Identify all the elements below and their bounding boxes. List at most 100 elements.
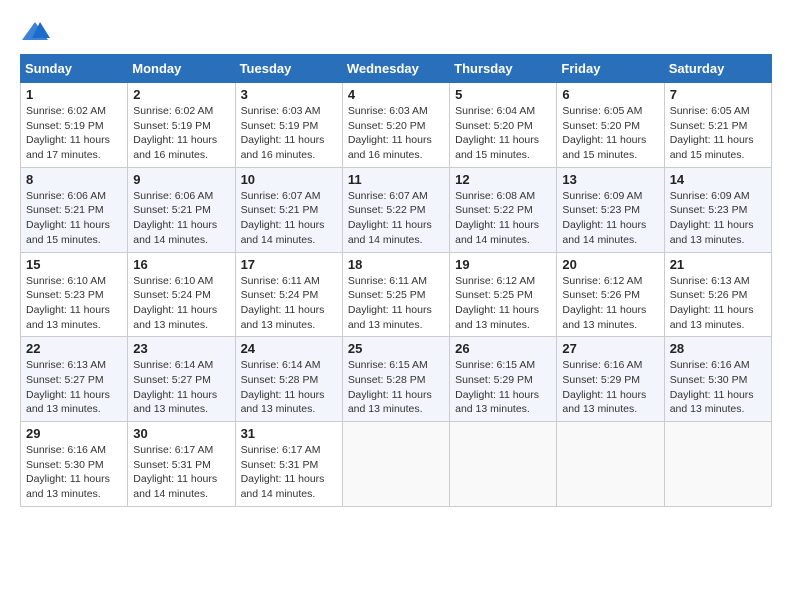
day-info: Sunrise: 6:12 AM Sunset: 5:26 PM Dayligh… — [562, 274, 658, 333]
day-info: Sunrise: 6:14 AM Sunset: 5:27 PM Dayligh… — [133, 358, 229, 417]
day-number: 25 — [348, 341, 444, 356]
day-info: Sunrise: 6:13 AM Sunset: 5:27 PM Dayligh… — [26, 358, 122, 417]
day-number: 13 — [562, 172, 658, 187]
calendar-day-cell: 13 Sunrise: 6:09 AM Sunset: 5:23 PM Dayl… — [557, 167, 664, 252]
day-info: Sunrise: 6:16 AM Sunset: 5:30 PM Dayligh… — [26, 443, 122, 502]
day-number: 26 — [455, 341, 551, 356]
day-number: 11 — [348, 172, 444, 187]
calendar-day-cell: 6 Sunrise: 6:05 AM Sunset: 5:20 PM Dayli… — [557, 83, 664, 168]
day-info: Sunrise: 6:06 AM Sunset: 5:21 PM Dayligh… — [26, 189, 122, 248]
weekday-header-cell: Thursday — [450, 55, 557, 83]
calendar-day-cell: 31 Sunrise: 6:17 AM Sunset: 5:31 PM Dayl… — [235, 422, 342, 507]
calendar-day-cell: 20 Sunrise: 6:12 AM Sunset: 5:26 PM Dayl… — [557, 252, 664, 337]
day-info: Sunrise: 6:09 AM Sunset: 5:23 PM Dayligh… — [562, 189, 658, 248]
weekday-header-cell: Sunday — [21, 55, 128, 83]
day-info: Sunrise: 6:11 AM Sunset: 5:24 PM Dayligh… — [241, 274, 337, 333]
calendar-day-cell: 30 Sunrise: 6:17 AM Sunset: 5:31 PM Dayl… — [128, 422, 235, 507]
calendar-day-cell: 1 Sunrise: 6:02 AM Sunset: 5:19 PM Dayli… — [21, 83, 128, 168]
day-info: Sunrise: 6:11 AM Sunset: 5:25 PM Dayligh… — [348, 274, 444, 333]
logo-icon — [20, 20, 50, 44]
calendar-day-cell: 10 Sunrise: 6:07 AM Sunset: 5:21 PM Dayl… — [235, 167, 342, 252]
calendar-day-cell: 11 Sunrise: 6:07 AM Sunset: 5:22 PM Dayl… — [342, 167, 449, 252]
calendar-week-row: 29 Sunrise: 6:16 AM Sunset: 5:30 PM Dayl… — [21, 422, 772, 507]
weekday-header-row: SundayMondayTuesdayWednesdayThursdayFrid… — [21, 55, 772, 83]
day-info: Sunrise: 6:15 AM Sunset: 5:28 PM Dayligh… — [348, 358, 444, 417]
calendar-day-cell: 17 Sunrise: 6:11 AM Sunset: 5:24 PM Dayl… — [235, 252, 342, 337]
day-number: 2 — [133, 87, 229, 102]
day-info: Sunrise: 6:12 AM Sunset: 5:25 PM Dayligh… — [455, 274, 551, 333]
weekday-header-cell: Wednesday — [342, 55, 449, 83]
logo — [20, 20, 54, 44]
day-number: 10 — [241, 172, 337, 187]
day-info: Sunrise: 6:07 AM Sunset: 5:21 PM Dayligh… — [241, 189, 337, 248]
day-number: 30 — [133, 426, 229, 441]
day-number: 5 — [455, 87, 551, 102]
day-info: Sunrise: 6:05 AM Sunset: 5:20 PM Dayligh… — [562, 104, 658, 163]
day-info: Sunrise: 6:17 AM Sunset: 5:31 PM Dayligh… — [133, 443, 229, 502]
day-info: Sunrise: 6:02 AM Sunset: 5:19 PM Dayligh… — [133, 104, 229, 163]
day-number: 6 — [562, 87, 658, 102]
calendar-day-cell: 8 Sunrise: 6:06 AM Sunset: 5:21 PM Dayli… — [21, 167, 128, 252]
day-number: 7 — [670, 87, 766, 102]
calendar-day-cell: 4 Sunrise: 6:03 AM Sunset: 5:20 PM Dayli… — [342, 83, 449, 168]
day-info: Sunrise: 6:09 AM Sunset: 5:23 PM Dayligh… — [670, 189, 766, 248]
day-number: 4 — [348, 87, 444, 102]
day-number: 16 — [133, 257, 229, 272]
day-number: 8 — [26, 172, 122, 187]
weekday-header-cell: Saturday — [664, 55, 771, 83]
calendar-body: 1 Sunrise: 6:02 AM Sunset: 5:19 PM Dayli… — [21, 83, 772, 507]
calendar-day-cell: 19 Sunrise: 6:12 AM Sunset: 5:25 PM Dayl… — [450, 252, 557, 337]
day-info: Sunrise: 6:15 AM Sunset: 5:29 PM Dayligh… — [455, 358, 551, 417]
calendar-day-cell: 21 Sunrise: 6:13 AM Sunset: 5:26 PM Dayl… — [664, 252, 771, 337]
calendar-day-cell: 16 Sunrise: 6:10 AM Sunset: 5:24 PM Dayl… — [128, 252, 235, 337]
calendar-day-cell: 3 Sunrise: 6:03 AM Sunset: 5:19 PM Dayli… — [235, 83, 342, 168]
calendar-day-cell — [342, 422, 449, 507]
day-info: Sunrise: 6:08 AM Sunset: 5:22 PM Dayligh… — [455, 189, 551, 248]
day-info: Sunrise: 6:10 AM Sunset: 5:24 PM Dayligh… — [133, 274, 229, 333]
calendar-day-cell: 18 Sunrise: 6:11 AM Sunset: 5:25 PM Dayl… — [342, 252, 449, 337]
calendar-day-cell: 25 Sunrise: 6:15 AM Sunset: 5:28 PM Dayl… — [342, 337, 449, 422]
day-number: 1 — [26, 87, 122, 102]
calendar-day-cell: 24 Sunrise: 6:14 AM Sunset: 5:28 PM Dayl… — [235, 337, 342, 422]
day-info: Sunrise: 6:06 AM Sunset: 5:21 PM Dayligh… — [133, 189, 229, 248]
weekday-header-cell: Friday — [557, 55, 664, 83]
calendar-day-cell: 12 Sunrise: 6:08 AM Sunset: 5:22 PM Dayl… — [450, 167, 557, 252]
day-number: 18 — [348, 257, 444, 272]
day-number: 28 — [670, 341, 766, 356]
calendar-day-cell: 15 Sunrise: 6:10 AM Sunset: 5:23 PM Dayl… — [21, 252, 128, 337]
day-info: Sunrise: 6:03 AM Sunset: 5:20 PM Dayligh… — [348, 104, 444, 163]
day-info: Sunrise: 6:17 AM Sunset: 5:31 PM Dayligh… — [241, 443, 337, 502]
day-number: 27 — [562, 341, 658, 356]
day-number: 9 — [133, 172, 229, 187]
day-number: 14 — [670, 172, 766, 187]
calendar-day-cell: 28 Sunrise: 6:16 AM Sunset: 5:30 PM Dayl… — [664, 337, 771, 422]
calendar-day-cell — [450, 422, 557, 507]
calendar-week-row: 22 Sunrise: 6:13 AM Sunset: 5:27 PM Dayl… — [21, 337, 772, 422]
calendar-week-row: 15 Sunrise: 6:10 AM Sunset: 5:23 PM Dayl… — [21, 252, 772, 337]
weekday-header-cell: Tuesday — [235, 55, 342, 83]
calendar-day-cell: 27 Sunrise: 6:16 AM Sunset: 5:29 PM Dayl… — [557, 337, 664, 422]
calendar-day-cell: 26 Sunrise: 6:15 AM Sunset: 5:29 PM Dayl… — [450, 337, 557, 422]
page-header — [20, 20, 772, 44]
day-info: Sunrise: 6:16 AM Sunset: 5:30 PM Dayligh… — [670, 358, 766, 417]
calendar-day-cell: 22 Sunrise: 6:13 AM Sunset: 5:27 PM Dayl… — [21, 337, 128, 422]
calendar-day-cell — [557, 422, 664, 507]
calendar-day-cell: 14 Sunrise: 6:09 AM Sunset: 5:23 PM Dayl… — [664, 167, 771, 252]
day-info: Sunrise: 6:02 AM Sunset: 5:19 PM Dayligh… — [26, 104, 122, 163]
day-number: 23 — [133, 341, 229, 356]
day-info: Sunrise: 6:10 AM Sunset: 5:23 PM Dayligh… — [26, 274, 122, 333]
day-number: 17 — [241, 257, 337, 272]
calendar-day-cell: 9 Sunrise: 6:06 AM Sunset: 5:21 PM Dayli… — [128, 167, 235, 252]
day-info: Sunrise: 6:16 AM Sunset: 5:29 PM Dayligh… — [562, 358, 658, 417]
day-number: 3 — [241, 87, 337, 102]
calendar-week-row: 8 Sunrise: 6:06 AM Sunset: 5:21 PM Dayli… — [21, 167, 772, 252]
calendar-day-cell: 29 Sunrise: 6:16 AM Sunset: 5:30 PM Dayl… — [21, 422, 128, 507]
weekday-header-cell: Monday — [128, 55, 235, 83]
day-number: 31 — [241, 426, 337, 441]
day-number: 29 — [26, 426, 122, 441]
calendar-day-cell: 23 Sunrise: 6:14 AM Sunset: 5:27 PM Dayl… — [128, 337, 235, 422]
calendar-day-cell: 2 Sunrise: 6:02 AM Sunset: 5:19 PM Dayli… — [128, 83, 235, 168]
day-number: 24 — [241, 341, 337, 356]
calendar-day-cell — [664, 422, 771, 507]
day-number: 20 — [562, 257, 658, 272]
